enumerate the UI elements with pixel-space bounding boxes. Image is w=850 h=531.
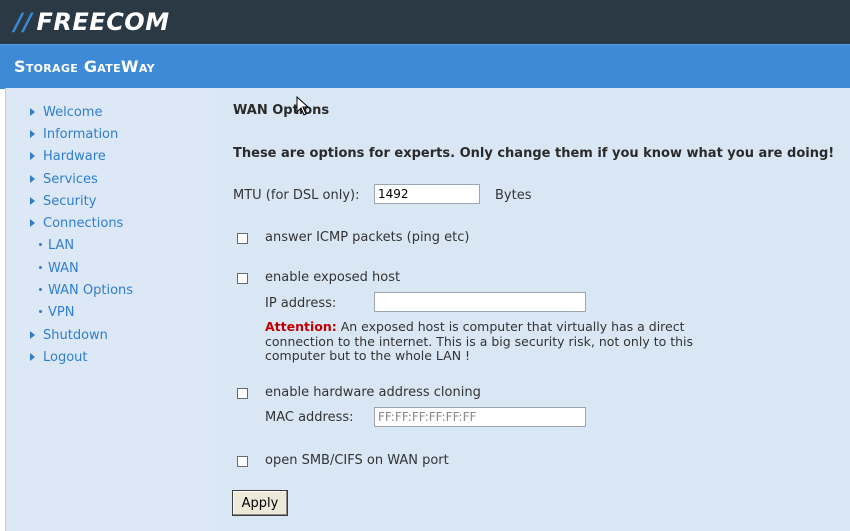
mac-address-label: MAC address: bbox=[265, 410, 354, 425]
sidebar-item-logout[interactable]: Logout bbox=[30, 348, 88, 368]
sidebar-item-connections[interactable]: Connections bbox=[30, 214, 123, 234]
sidebar-item-label: Information bbox=[43, 127, 119, 142]
triangle-right-icon bbox=[30, 107, 35, 116]
exposed-host-label: enable exposed host bbox=[265, 270, 401, 285]
sidebar-item-label: Shutdown bbox=[43, 328, 108, 343]
top-header-bar: // FREECOM bbox=[0, 0, 850, 44]
sidebar-item-label: Connections bbox=[43, 216, 124, 231]
logo-text: FREECOM bbox=[36, 8, 170, 36]
triangle-right-icon bbox=[30, 151, 35, 160]
exposed-host-checkbox[interactable] bbox=[237, 273, 248, 284]
sidebar-item-services[interactable]: Services bbox=[30, 170, 98, 190]
app-title: Storage GateWay bbox=[14, 57, 155, 76]
ip-address-input[interactable] bbox=[374, 292, 586, 312]
exposed-host-attention-note: Attention: An exposed host is computer t… bbox=[265, 319, 695, 364]
smb-checkbox[interactable] bbox=[237, 456, 248, 467]
ip-address-label: IP address: bbox=[265, 296, 337, 311]
sidebar-item-welcome[interactable]: Welcome bbox=[30, 103, 102, 123]
triangle-right-icon bbox=[30, 352, 35, 361]
sidebar: Welcome Information Hardware Services Se… bbox=[5, 88, 218, 531]
icmp-checkbox[interactable] bbox=[237, 233, 248, 244]
page-title: WAN Options bbox=[233, 103, 330, 118]
apply-button[interactable]: Apply bbox=[232, 490, 288, 516]
triangle-right-icon bbox=[30, 174, 35, 183]
sidebar-subitem-label: WAN Options bbox=[48, 283, 134, 298]
app-title-bar: Storage GateWay bbox=[0, 44, 850, 89]
sidebar-subitem-vpn[interactable]: VPN bbox=[39, 303, 74, 323]
sidebar-subitem-wan-options[interactable]: WAN Options bbox=[39, 281, 133, 301]
sidebar-subitem-label: LAN bbox=[48, 238, 75, 253]
triangle-right-icon bbox=[30, 218, 35, 227]
sidebar-item-label: Security bbox=[43, 194, 97, 209]
triangle-right-icon bbox=[30, 129, 35, 138]
triangle-right-icon bbox=[30, 196, 35, 205]
sidebar-item-label: Hardware bbox=[43, 149, 106, 164]
sidebar-item-label: Welcome bbox=[43, 105, 103, 120]
sidebar-item-information[interactable]: Information bbox=[30, 125, 118, 145]
sidebar-item-shutdown[interactable]: Shutdown bbox=[30, 326, 108, 346]
sidebar-subitem-label: WAN bbox=[48, 261, 79, 276]
mac-address-input[interactable] bbox=[374, 407, 586, 427]
icmp-label: answer ICMP packets (ping etc) bbox=[265, 230, 470, 245]
sidebar-item-label: Services bbox=[43, 172, 98, 187]
mac-clone-checkbox[interactable] bbox=[237, 388, 248, 399]
smb-label: open SMB/CIFS on WAN port bbox=[265, 453, 449, 468]
freecom-logo: // FREECOM bbox=[14, 7, 170, 37]
dot-icon bbox=[39, 288, 42, 291]
triangle-right-icon bbox=[30, 330, 35, 339]
attention-label: Attention: bbox=[265, 319, 337, 334]
sidebar-item-security[interactable]: Security bbox=[30, 192, 96, 212]
mtu-unit: Bytes bbox=[495, 188, 532, 203]
dot-icon bbox=[39, 243, 42, 246]
mac-clone-label: enable hardware address cloning bbox=[265, 385, 481, 400]
logo-bars: // bbox=[14, 8, 33, 36]
sidebar-subitem-wan[interactable]: WAN bbox=[39, 259, 79, 279]
expert-warning: These are options for experts. Only chan… bbox=[233, 146, 835, 161]
sidebar-subitem-lan[interactable]: LAN bbox=[39, 236, 74, 256]
sidebar-item-label: Logout bbox=[43, 350, 88, 365]
sidebar-item-hardware[interactable]: Hardware bbox=[30, 147, 106, 167]
dot-icon bbox=[39, 266, 42, 269]
sidebar-subitem-label: VPN bbox=[48, 305, 75, 320]
dot-icon bbox=[39, 310, 42, 313]
mtu-label: MTU (for DSL only): bbox=[233, 188, 360, 203]
mtu-input[interactable] bbox=[374, 184, 480, 204]
